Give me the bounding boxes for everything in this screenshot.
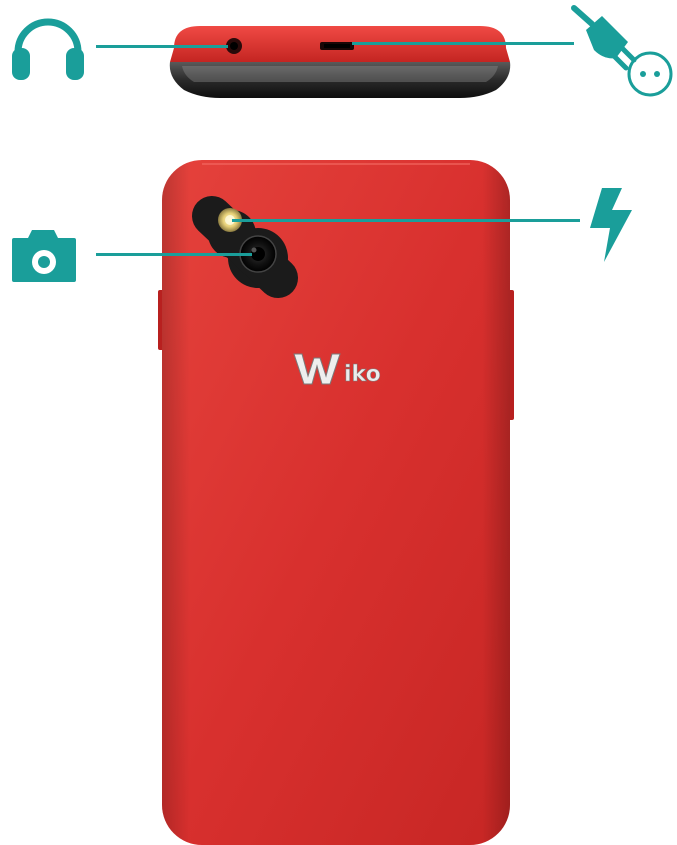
flash-leader xyxy=(232,219,580,222)
wiko-logo: iko xyxy=(290,348,400,388)
camera-leader xyxy=(96,253,252,256)
plug-socket-icon xyxy=(566,4,676,98)
svg-text:iko: iko xyxy=(344,362,381,387)
lightning-bolt-icon xyxy=(584,186,636,264)
usb-port-leader xyxy=(352,42,574,45)
phone-top-edge xyxy=(160,18,520,100)
headphone-jack-leader xyxy=(96,45,228,48)
camera-icon xyxy=(10,224,78,284)
headphones-icon xyxy=(8,8,88,82)
